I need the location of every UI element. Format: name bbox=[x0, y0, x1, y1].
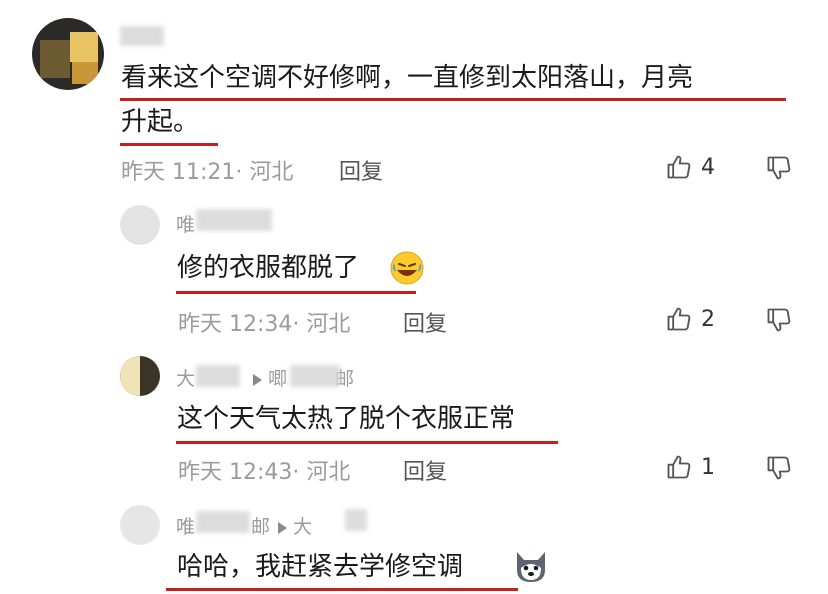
comment-meta: 昨天 11:21· 河北 bbox=[121, 160, 294, 185]
blurred-username bbox=[196, 365, 240, 387]
comment-text: 这个天气太热了脱个衣服正常 bbox=[177, 404, 516, 434]
avatar-mosaic bbox=[40, 40, 70, 78]
reply-button[interactable]: 回复 bbox=[339, 154, 383, 186]
blurred-username bbox=[120, 26, 164, 46]
thumbs-down-icon[interactable] bbox=[765, 454, 793, 482]
like-count: 1 bbox=[701, 454, 715, 480]
like-count: 2 bbox=[701, 306, 715, 332]
avatar[interactable] bbox=[120, 205, 160, 245]
husky-emoji bbox=[511, 548, 551, 584]
blurred-username bbox=[290, 365, 340, 387]
blurred-username bbox=[196, 209, 272, 231]
comment-text: 哈哈，我赶紧去学修空调 bbox=[177, 552, 464, 582]
avatar-mosaic bbox=[70, 32, 98, 62]
reply-button[interactable]: 回复 bbox=[403, 306, 447, 338]
thumbs-down-icon[interactable] bbox=[765, 306, 793, 334]
like-button[interactable]: 4 bbox=[665, 153, 715, 181]
avatar[interactable] bbox=[120, 356, 160, 396]
reply-arrow-icon bbox=[278, 521, 288, 534]
thumbs-down-icon[interactable] bbox=[765, 154, 793, 182]
like-button[interactable]: 2 bbox=[665, 305, 715, 333]
rofl-emoji bbox=[389, 250, 425, 286]
blurred-username bbox=[196, 511, 250, 533]
comment-meta: 昨天 12:34· 河北 bbox=[178, 312, 351, 337]
comment-text: 修的衣服都脱了 bbox=[177, 253, 360, 283]
thumbs-up-icon bbox=[665, 305, 693, 333]
avatar[interactable] bbox=[120, 505, 160, 545]
thumbs-up-icon bbox=[665, 453, 693, 481]
comment-meta: 昨天 12:43· 河北 bbox=[178, 460, 351, 485]
highlight-underline bbox=[176, 441, 558, 444]
highlight-underline bbox=[120, 143, 218, 146]
reply-arrow-icon bbox=[253, 373, 263, 386]
highlight-underline bbox=[166, 588, 518, 591]
highlight-underline bbox=[176, 291, 416, 294]
like-button[interactable]: 1 bbox=[665, 453, 715, 481]
highlight-underline bbox=[120, 98, 786, 101]
reply-button[interactable]: 回复 bbox=[403, 454, 447, 486]
blurred-username bbox=[345, 509, 367, 531]
avatar-mosaic bbox=[72, 62, 98, 84]
thumbs-up-icon bbox=[665, 153, 693, 181]
username: 唯 bbox=[176, 214, 196, 236]
avatar-mosaic bbox=[120, 356, 140, 396]
avatar[interactable] bbox=[32, 18, 104, 90]
like-count: 4 bbox=[701, 154, 715, 180]
